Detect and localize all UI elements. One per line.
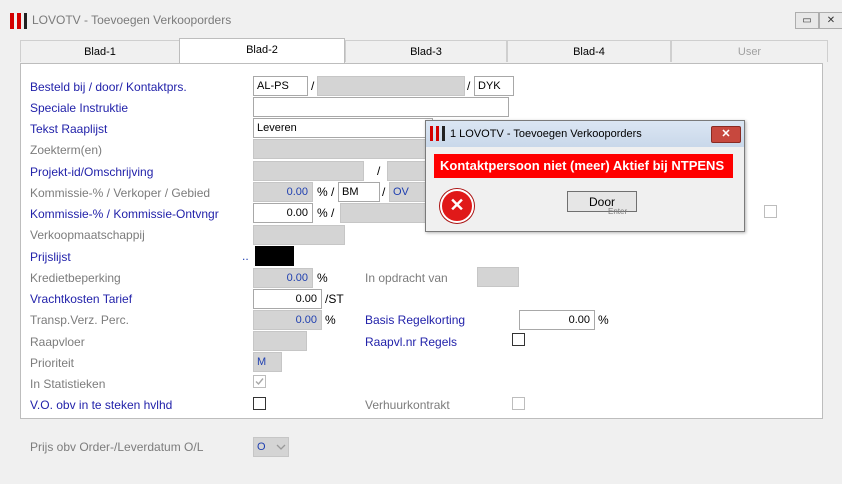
verkoopmaatschappij-label: Verkoopmaatschappij	[30, 228, 145, 242]
tekst-raaplijst-label: Tekst Raaplijst	[30, 122, 108, 136]
statistieken-checkbox[interactable]	[253, 375, 266, 388]
dialog-title-bar: 1 LOVOTV - Toevoegen Verkooporders ✕	[426, 121, 744, 147]
basis-regelkorting-label: Basis Regelkorting	[365, 313, 466, 327]
dialog-close-button[interactable]: ✕	[711, 126, 741, 143]
kredietbeperking-field[interactable]: 0.00	[253, 268, 313, 288]
slash: /	[311, 79, 315, 93]
speciale-instruktie-field[interactable]	[253, 97, 509, 117]
dialog-app-icon	[430, 126, 446, 141]
error-dialog: 1 LOVOTV - Toevoegen Verkooporders ✕ Kon…	[425, 120, 745, 232]
basis-regelkorting-field[interactable]: 0.00	[519, 310, 595, 330]
close-window-button[interactable]: ✕	[819, 12, 842, 29]
transp-label: Transp.Verz. Perc.	[30, 313, 129, 327]
percent-sign: %	[598, 313, 609, 327]
slash: /	[331, 185, 335, 199]
besteld-bij-field[interactable]: AL-PS	[253, 76, 308, 96]
raapvl-regels-label: Raapvl.nr Regels	[365, 335, 458, 349]
door-button-hint: Enter	[608, 207, 628, 216]
tab-blad-3[interactable]: Blad-3	[345, 40, 507, 62]
error-message: Kontaktpersoon niet (meer) Aktief bij NT…	[434, 154, 733, 178]
verhuurkontrakt-label: Verhuurkontrakt	[365, 398, 450, 412]
dialog-title: 1 LOVOTV - Toevoegen Verkooporders	[450, 128, 642, 140]
tab-blad-1[interactable]: Blad-1	[20, 40, 180, 62]
percent-sign: %	[325, 313, 336, 327]
slash: /	[377, 164, 381, 178]
in-opdracht-field[interactable]	[477, 267, 519, 287]
prioriteit-field[interactable]: M	[253, 352, 282, 372]
statistieken-label: In Statistieken	[30, 377, 106, 391]
prijs-obv-label: Prijs obv Order-/Leverdatum O/L	[30, 440, 204, 454]
vo-label: V.O. obv in te steken hvlhd	[30, 398, 173, 412]
verhuurkontrakt-checkbox[interactable]	[512, 397, 525, 410]
slash: /	[331, 206, 335, 220]
vo-checkbox[interactable]	[253, 397, 266, 410]
projekt-id-field[interactable]	[253, 161, 364, 181]
title-bar: LOVOTV - Toevoegen Verkooporders ▭ ✕	[0, 0, 842, 36]
window-title: LOVOTV - Toevoegen Verkooporders	[32, 13, 232, 27]
in-opdracht-label: In opdracht van	[365, 271, 448, 285]
error-icon: ✕	[440, 189, 474, 223]
transp-field[interactable]: 0.00	[253, 310, 322, 330]
kontaktprs-field[interactable]: DYK	[474, 76, 514, 96]
tekst-raaplijst-field[interactable]: Leveren	[253, 118, 433, 138]
kommissie2-label: Kommissie-% / Kommissie-Ontvngr	[30, 207, 219, 221]
verkoper-field[interactable]: BM	[338, 182, 380, 202]
app-icon	[10, 13, 28, 29]
kommissie-label: Kommissie-% / Verkoper / Gebied	[30, 186, 211, 200]
raapvl-regels-checkbox[interactable]	[512, 333, 525, 346]
kommissie-ontvngr-field[interactable]	[340, 203, 433, 223]
zoekterm-field[interactable]	[253, 139, 433, 159]
vrachtkosten-field[interactable]: 0.00	[253, 289, 322, 309]
unlabeled-checkbox[interactable]	[764, 205, 777, 218]
slash: /	[467, 79, 471, 93]
tab-blad-4[interactable]: Blad-4	[507, 40, 671, 62]
prioriteit-label: Prioriteit	[30, 356, 75, 370]
projekt-label: Projekt-id/Omschrijving	[30, 165, 154, 179]
raapvloer-field[interactable]	[253, 331, 307, 351]
vrachtkosten-unit: /ST	[325, 292, 344, 306]
tab-user[interactable]: User	[671, 40, 828, 62]
raapvloer-label: Raapvloer	[30, 335, 85, 349]
percent-sign: %	[317, 185, 328, 199]
percent-sign: %	[317, 271, 328, 285]
percent-sign: %	[317, 206, 328, 220]
zoekterm-label: Zoekterm(en)	[30, 143, 103, 157]
speciale-label: Speciale Instruktie	[30, 101, 129, 115]
kommissie2-pct-field[interactable]: 0.00	[253, 203, 313, 223]
verkoopmaatschappij-field[interactable]	[253, 225, 345, 245]
chevron-down-icon	[276, 444, 286, 450]
prijs-obv-select[interactable]: O	[253, 437, 289, 457]
vrachtkosten-label: Vrachtkosten Tarief	[30, 292, 133, 306]
slash: /	[382, 185, 386, 199]
kredietbeperking-label: Kredietbeperking	[30, 271, 121, 285]
besteld-label: Besteld bij / door/ Kontaktprs.	[30, 80, 187, 94]
minimize-button[interactable]: ▭	[795, 12, 819, 29]
tab-blad-2[interactable]: Blad-2	[179, 38, 345, 64]
door-button[interactable]: Door Enter	[567, 191, 637, 216]
kommissie-pct-field[interactable]: 0.00	[253, 182, 313, 202]
besteld-door-field[interactable]	[317, 76, 465, 96]
prijslijst-label: Prijslijst	[30, 250, 71, 264]
prijslijst-lookup-dots[interactable]: ..	[242, 249, 249, 263]
prijslijst-field[interactable]	[255, 246, 294, 266]
